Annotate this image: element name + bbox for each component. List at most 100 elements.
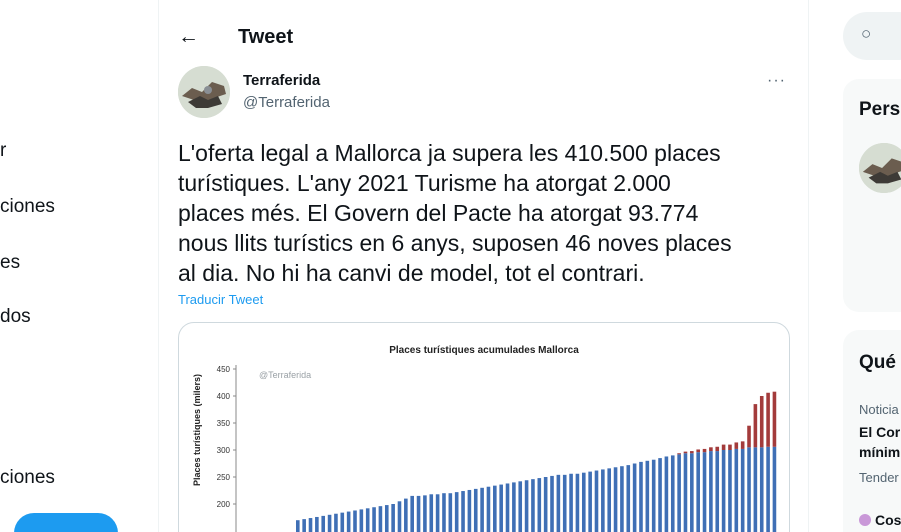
chart-bar-blue	[327, 514, 332, 532]
tweet-line: turístiques. L'any 2021 Turisme ha atorg…	[178, 170, 671, 196]
tweet-text: L'oferta legal a Mallorca ja supera les …	[178, 138, 794, 288]
chart-bar-blue	[632, 463, 637, 532]
tweet-media-chart[interactable]: Places turístiques acumulades Mallorca @…	[178, 322, 790, 532]
chart-bar-blue	[683, 453, 688, 532]
chart-bar-blue	[588, 471, 592, 532]
chart-bar-blue	[531, 479, 535, 532]
who-to-follow-card: Pers	[843, 79, 901, 312]
chart-y-tick-label: 250	[217, 473, 231, 482]
avatar[interactable]	[178, 66, 230, 118]
trend-title[interactable]: El Cor	[859, 422, 900, 442]
chart-bar-blue	[423, 495, 427, 532]
chart-bar-blue	[486, 486, 491, 532]
trend-item-title: Cos	[875, 512, 901, 528]
chart-bar-blue	[626, 465, 631, 532]
chart-y-tick-label: 400	[217, 392, 231, 401]
nav-item-guardados[interactable]: dos	[0, 306, 31, 328]
chart-bar-blue	[302, 519, 306, 532]
chart-bar-blue	[321, 515, 326, 532]
chart-bar-red	[734, 442, 739, 449]
chart-bar-blue	[353, 510, 357, 532]
chart-bar-red	[721, 444, 726, 450]
chart-bar-blue	[734, 448, 739, 532]
chart-bar-blue	[391, 504, 395, 532]
chart-bar-blue	[715, 451, 720, 532]
chart-bar-blue	[505, 483, 510, 532]
chart-bar-red	[766, 392, 770, 447]
tweet-line: places més. El Govern del Pacte ha atorg…	[178, 200, 699, 226]
chart-bar-blue	[651, 459, 656, 532]
chart-bar-blue	[454, 492, 459, 532]
chart-bar-blue	[664, 456, 669, 532]
chart-bar-blue	[404, 498, 408, 532]
card-title: Qué	[859, 352, 896, 373]
chart-bar-blue	[480, 487, 484, 532]
chart-bar-blue	[296, 520, 300, 532]
chart-bar-blue	[575, 473, 580, 532]
trend-category: Noticia	[859, 402, 899, 417]
chart-bar-blue	[601, 469, 605, 532]
chart-bar-blue	[556, 474, 561, 532]
author-name[interactable]: Terraferida	[243, 72, 320, 89]
tweet-line: L'oferta legal a Mallorca ja supera les …	[178, 140, 721, 166]
trend-title[interactable]: mínim	[859, 442, 900, 462]
chart-y-tick-label: 350	[217, 419, 231, 428]
arrow-left-icon[interactable]: ←	[178, 25, 199, 49]
chart-bar-blue	[753, 447, 758, 532]
chart-bar-blue	[645, 460, 650, 532]
nav-item-1[interactable]: r	[0, 140, 6, 162]
trend-item[interactable]: Cos	[859, 510, 901, 530]
chart-bar-red	[759, 396, 764, 448]
translate-tweet-link[interactable]: Traducir Tweet	[178, 292, 263, 307]
chart-bar-blue	[359, 509, 364, 532]
chart-bar-blue	[658, 458, 662, 532]
chart-bar-blue	[740, 448, 745, 532]
chart-bar-blue	[518, 481, 523, 532]
chart-bar-blue	[696, 452, 700, 532]
nav-item-mensajes[interactable]: es	[0, 252, 20, 274]
chart-y-tick-label: 200	[217, 500, 231, 509]
chart-bar-blue	[550, 475, 554, 532]
chart-bar-blue	[346, 511, 351, 532]
chart-bar-red	[728, 444, 732, 450]
chart-bar-red	[677, 453, 681, 455]
left-divider	[158, 0, 159, 532]
chart-bar-blue	[670, 455, 675, 532]
right-divider	[808, 0, 809, 532]
chart-y-tick-label: 300	[217, 446, 231, 455]
chart-bar-red	[690, 451, 694, 454]
chart-bar-blue	[397, 501, 402, 532]
chart-bar-blue	[448, 493, 453, 532]
chart-bar-red	[740, 441, 745, 449]
chart-bar-blue	[384, 505, 389, 532]
chart-bar-blue	[537, 478, 542, 532]
chart-bar-red	[747, 425, 751, 448]
nav-item-notificaciones[interactable]: ciones	[0, 196, 55, 218]
search-icon: ○	[861, 24, 872, 43]
compose-tweet-button[interactable]	[14, 513, 118, 532]
avatar-image	[859, 143, 901, 193]
search-input[interactable]: ○	[843, 12, 901, 60]
chart-bar-blue	[607, 468, 612, 532]
chart-bar-blue	[365, 508, 370, 532]
chart-bar-red	[709, 447, 713, 452]
trend-icon	[859, 514, 871, 526]
tweet-line: al dia. No hi ha canvi de model, tot el …	[178, 260, 645, 286]
chart-bar-blue	[493, 485, 497, 532]
nav-item-opciones[interactable]: ciones	[0, 467, 55, 489]
avatar[interactable]	[859, 143, 901, 193]
chart-bar-blue	[308, 518, 313, 532]
chart-bar-blue	[639, 461, 643, 532]
chart-plot: 200 250 300 350 400 450	[217, 365, 777, 532]
trends-card: Qué Noticia El Cor mínim Tender Cos	[843, 330, 901, 532]
chart-bar-blue	[442, 493, 446, 532]
trend-meta: Tender	[859, 470, 899, 485]
chart-bar-blue	[524, 480, 529, 532]
chart-bar-blue	[416, 495, 421, 532]
author-handle[interactable]: @Terraferida	[243, 94, 330, 111]
chart-bar-blue	[429, 494, 434, 532]
chart-bar-red	[753, 404, 758, 448]
chart-bar-blue	[581, 472, 586, 532]
more-options-icon[interactable]: ···	[767, 72, 786, 90]
chart-bar-blue	[334, 513, 338, 532]
